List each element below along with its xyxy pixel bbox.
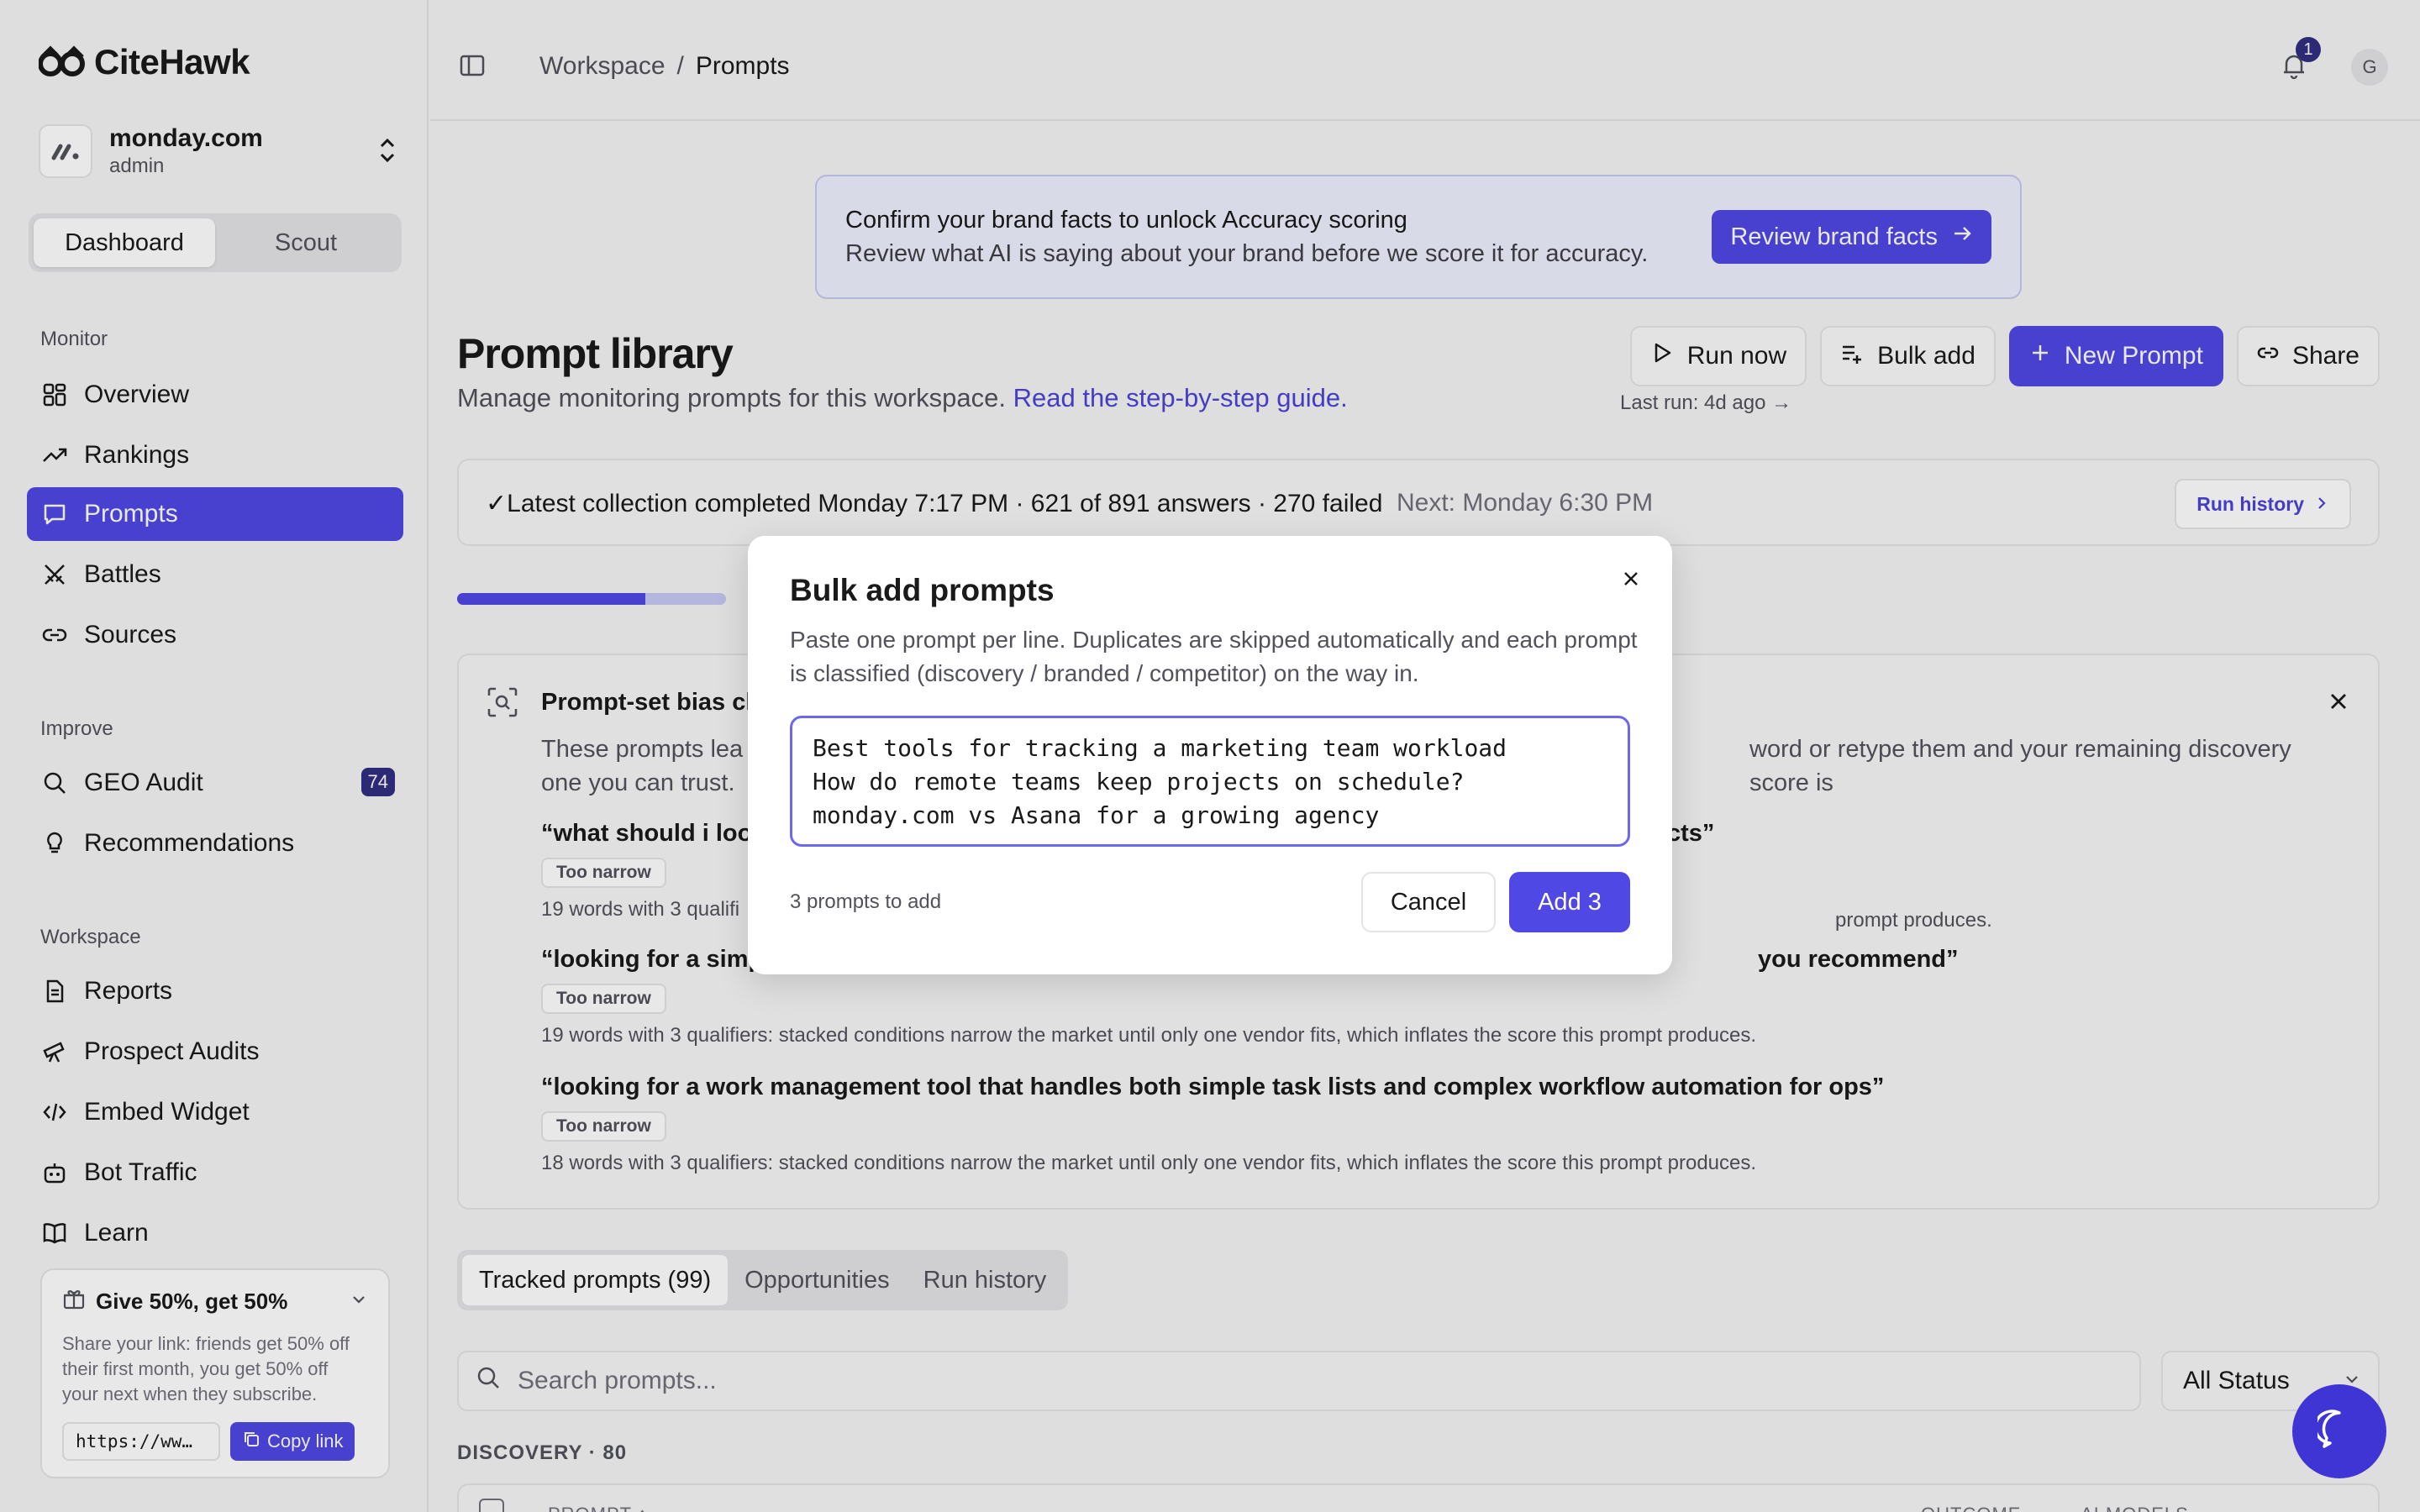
add-prompts-button[interactable]: Add 3 <box>1509 872 1630 932</box>
close-icon[interactable] <box>1620 568 1642 594</box>
prompts-textarea[interactable]: Best tools for tracking a marketing team… <box>790 716 1630 847</box>
modal-title: Bulk add prompts <box>790 573 1055 607</box>
cancel-button[interactable]: Cancel <box>1361 872 1496 932</box>
bulk-add-modal: Bulk add prompts Paste one prompt per li… <box>748 536 1672 974</box>
prompt-count: 3 prompts to add <box>790 890 942 913</box>
chat-button[interactable] <box>2292 1384 2386 1478</box>
modal-description: Paste one prompt per line. Duplicates ar… <box>790 627 1638 686</box>
chat-bubble-icon <box>2313 1408 2361 1456</box>
